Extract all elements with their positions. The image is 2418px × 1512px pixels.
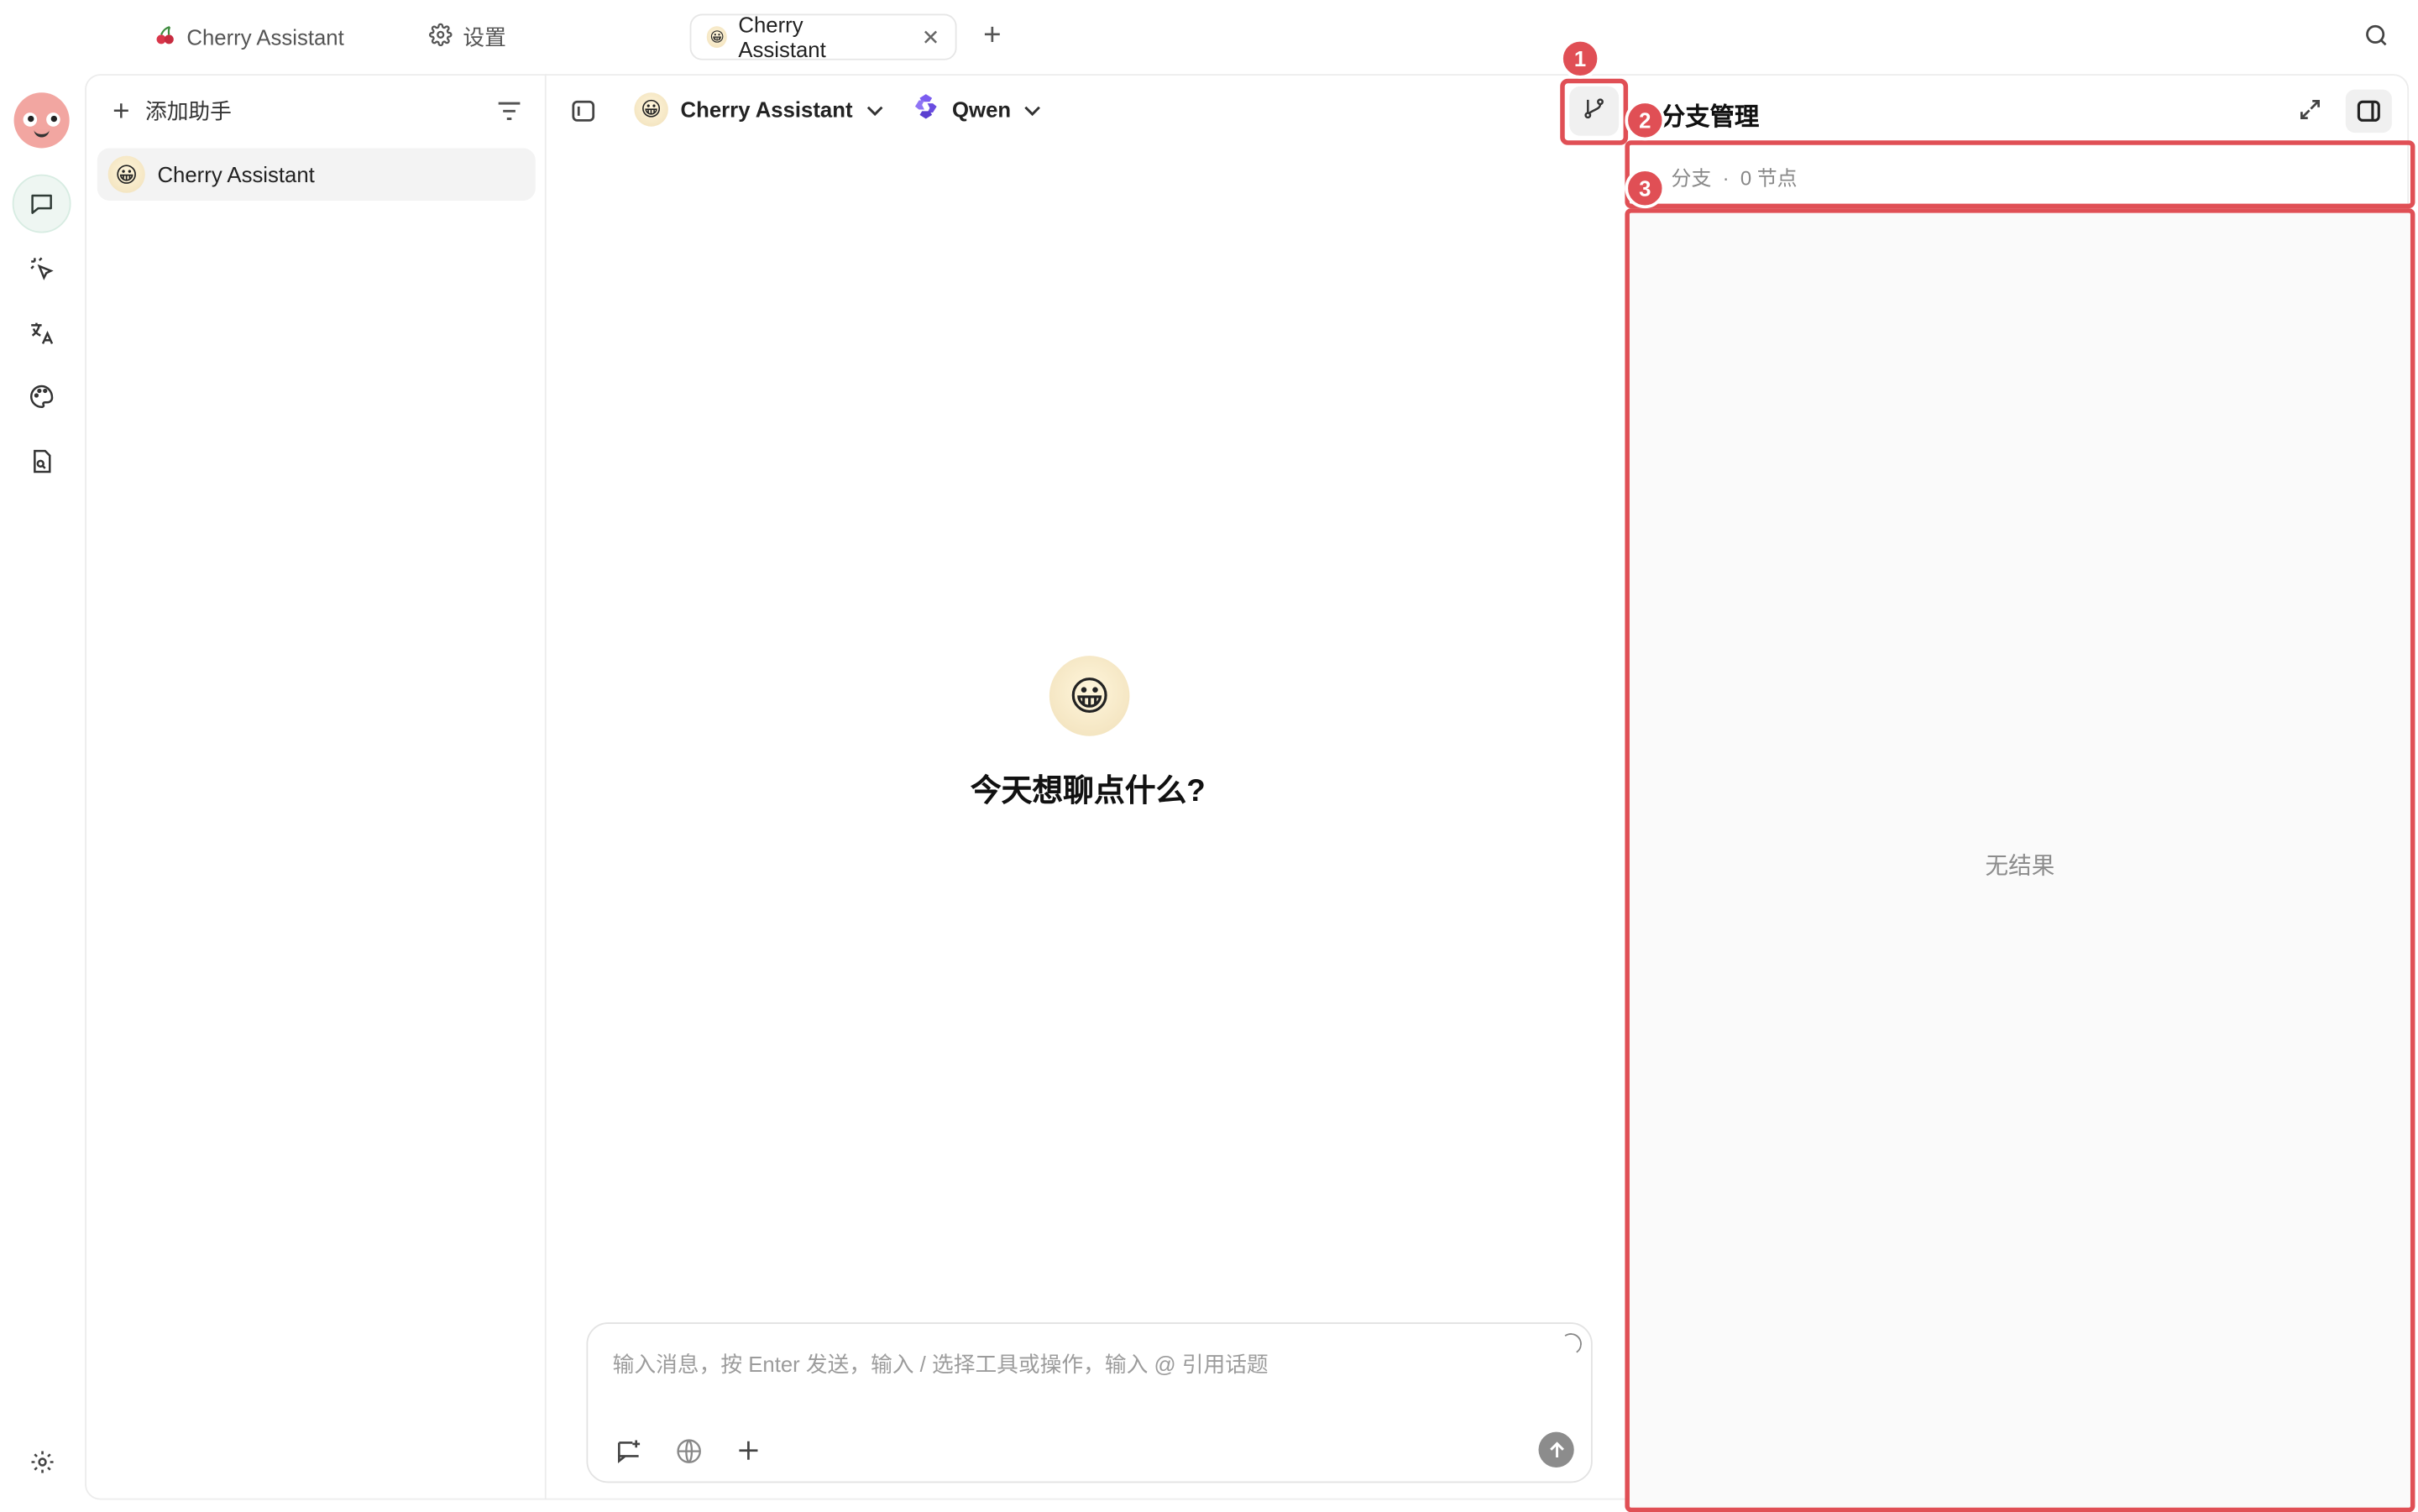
add-assistant-label: 添加助手 bbox=[144, 98, 232, 124]
avatar[interactable] bbox=[13, 92, 70, 149]
translate-icon[interactable] bbox=[13, 304, 71, 363]
assistant-avatar: 😀 bbox=[1049, 656, 1130, 736]
branch-management-panel: 分支管理 分支 · 0 节点 无结果 bbox=[1622, 74, 2418, 1512]
model-selector-label: Qwen bbox=[952, 96, 1012, 122]
tab-label: 设置 bbox=[463, 24, 506, 50]
close-icon[interactable]: ✕ bbox=[922, 24, 940, 50]
assistant-selector-label: Cherry Assistant bbox=[680, 97, 853, 123]
add-tab-button[interactable]: + bbox=[976, 18, 1009, 54]
branch-panel-title: 分支管理 bbox=[1660, 104, 1760, 132]
sidebar-toggle-icon[interactable] bbox=[571, 99, 595, 132]
new-topic-icon[interactable] bbox=[610, 1432, 646, 1469]
filter-icon[interactable] bbox=[495, 99, 523, 132]
smiley-icon: 😀 bbox=[634, 92, 668, 127]
loading-spinner-icon bbox=[1558, 1331, 1583, 1357]
tab-label: Cherry Assistant bbox=[186, 24, 344, 50]
message-input[interactable] bbox=[612, 1348, 1539, 1405]
plus-icon: + bbox=[113, 95, 130, 128]
model-selector[interactable]: Qwen bbox=[912, 92, 1042, 125]
assistant-name: Cherry Assistant bbox=[157, 161, 315, 187]
branch-tree-area: 无结果 bbox=[1625, 208, 2415, 1512]
settings-gear-icon[interactable] bbox=[13, 1432, 71, 1491]
file-search-icon[interactable] bbox=[13, 432, 71, 491]
branch-stats-text: 分支 · 0 节点 bbox=[1671, 166, 1798, 191]
cherry-icon bbox=[154, 24, 176, 50]
tab-cherry-assistant-home[interactable]: Cherry Assistant bbox=[139, 14, 359, 60]
assistant-list-panel: + 添加助手 😀 Cherry Assistant bbox=[85, 74, 547, 1500]
add-assistant-button[interactable]: + 添加助手 bbox=[113, 96, 232, 127]
chat-header: 😀 Cherry Assistant Qwen bbox=[547, 74, 1621, 148]
send-button[interactable] bbox=[1538, 1431, 1574, 1468]
assistant-selector[interactable]: 😀 Cherry Assistant bbox=[634, 92, 883, 127]
chevron-down-icon bbox=[865, 97, 883, 122]
tab-cherry-assistant-active[interactable]: 😀 Cherry Assistant ✕ bbox=[689, 12, 957, 62]
search-icon[interactable] bbox=[2363, 22, 2390, 57]
plus-icon[interactable] bbox=[730, 1432, 767, 1469]
annotation-badge-3: 3 bbox=[1625, 168, 1666, 209]
message-composer bbox=[586, 1322, 1593, 1483]
pointer-click-icon[interactable] bbox=[13, 239, 71, 298]
annotation-badge-1: 1 bbox=[1560, 38, 1601, 79]
smiley-icon: 😀 bbox=[706, 26, 728, 48]
list-item-assistant[interactable]: 😀 Cherry Assistant bbox=[97, 148, 536, 201]
panel-dock-icon[interactable] bbox=[2345, 89, 2392, 133]
tab-label: Cherry Assistant bbox=[738, 12, 826, 62]
annotation-badge-2: 2 bbox=[1625, 100, 1666, 141]
annotation-box-1 bbox=[1560, 78, 1629, 145]
branch-stats-bar: 分支 · 0 节点 bbox=[1625, 140, 2415, 209]
expand-icon[interactable] bbox=[2298, 97, 2322, 130]
qwen-logo-icon bbox=[912, 92, 939, 125]
palette-icon[interactable] bbox=[13, 367, 71, 426]
empty-state-text: 无结果 bbox=[1985, 853, 2055, 880]
app-window: Cherry Assistant 设置 😀 Cherry Assistant ✕… bbox=[0, 0, 2418, 1512]
tab-bar: Cherry Assistant 设置 😀 Cherry Assistant ✕… bbox=[0, 0, 2418, 74]
tab-settings[interactable]: 设置 bbox=[414, 14, 522, 60]
gear-icon bbox=[429, 23, 453, 51]
smiley-icon: 😀 bbox=[107, 155, 145, 193]
chevron-down-icon bbox=[1023, 97, 1042, 121]
chat-icon[interactable] bbox=[12, 174, 71, 233]
welcome-title: 今天想聊点什么? bbox=[970, 774, 1206, 809]
globe-icon[interactable] bbox=[670, 1432, 707, 1469]
nav-rail bbox=[0, 74, 85, 1512]
